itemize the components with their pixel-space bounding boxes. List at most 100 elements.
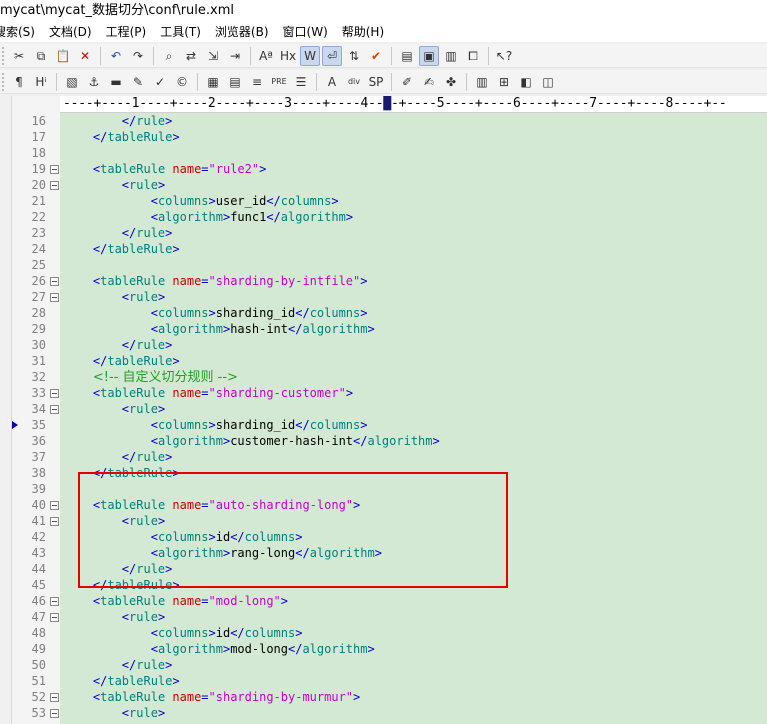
code-lines[interactable]: 16 </rule> 17 </tableRule> 18 19 <tableRule… — [0, 113, 767, 721]
wordwrap-icon[interactable]: W — [300, 45, 320, 66]
delete-icon[interactable]: ✕ — [75, 46, 95, 66]
code-line[interactable]: 51 </tableRule> — [0, 673, 767, 689]
bullets-icon[interactable]: ☰ — [291, 72, 311, 92]
sort-icon[interactable]: ⇅ — [344, 46, 364, 66]
code-line[interactable]: 52 <tableRule name="sharding-by-murmur"> — [0, 689, 767, 705]
replace-icon[interactable]: ⇄ — [181, 46, 201, 66]
code-line[interactable]: 29 <algorithm>hash-int</algorithm> — [0, 321, 767, 337]
code-line[interactable]: 40 <tableRule name="auto-sharding-long"> — [0, 497, 767, 513]
code-line[interactable]: 39 — [0, 481, 767, 497]
fold-toggle-icon[interactable] — [50, 389, 59, 398]
jump-icon[interactable]: ⇲ — [203, 46, 223, 66]
find-icon[interactable]: ⌕ — [159, 46, 179, 66]
code-line[interactable]: 37 </rule> — [0, 449, 767, 465]
layout-icon[interactable]: ▥ — [472, 72, 492, 92]
fold-toggle-icon[interactable] — [50, 501, 59, 510]
menu-window[interactable]: 窗口(W) — [277, 22, 336, 42]
code-line[interactable]: 48 <columns>id</columns> — [0, 625, 767, 641]
code-line[interactable]: 33 <tableRule name="sharding-customer"> — [0, 385, 767, 401]
split-icon[interactable]: ◫ — [538, 72, 558, 92]
font-icon[interactable]: Aª — [256, 46, 276, 66]
bold-a-icon[interactable]: A — [322, 72, 342, 92]
div-icon[interactable]: div — [344, 72, 364, 92]
linebreak-icon[interactable]: ⏎ — [322, 45, 342, 66]
code-line[interactable]: 17 </tableRule> — [0, 129, 767, 145]
form-icon[interactable]: ▤ — [225, 72, 245, 92]
fold-toggle-icon[interactable] — [50, 165, 59, 174]
menu-search[interactable]: 搜索(S) — [0, 22, 43, 42]
fold-toggle-icon[interactable] — [50, 613, 59, 622]
center-icon[interactable]: ≡ — [247, 72, 267, 92]
code-line[interactable]: 50 </rule> — [0, 657, 767, 673]
menu-document[interactable]: 文档(D) — [43, 22, 100, 42]
menu-browser[interactable]: 浏览器(B) — [209, 22, 277, 42]
grid-icon[interactable]: ⊞ — [494, 72, 514, 92]
spellcheck-icon[interactable]: ✔ — [366, 46, 386, 66]
code-line[interactable]: 38 </tableRule> — [0, 465, 767, 481]
code-line[interactable]: 21 <columns>user_id</columns> — [0, 193, 767, 209]
panel-icon[interactable]: ▥ — [441, 46, 461, 66]
code-line[interactable]: 44 </rule> — [0, 561, 767, 577]
code-line[interactable]: 36 <algorithm>customer-hash-int</algorit… — [0, 433, 767, 449]
check-icon[interactable]: ✓ — [150, 72, 170, 92]
code-line[interactable]: 22 <algorithm>func1</algorithm> — [0, 209, 767, 225]
edit-icon[interactable]: ✎ — [128, 72, 148, 92]
code-line[interactable]: 24 </tableRule> — [0, 241, 767, 257]
copyright-icon[interactable]: © — [172, 72, 192, 92]
fold-toggle-icon[interactable] — [50, 597, 59, 606]
pre-icon[interactable]: PRE — [269, 72, 289, 92]
code-line[interactable]: 20 <rule> — [0, 177, 767, 193]
code-line[interactable]: 26 <tableRule name="sharding-by-intfile"… — [0, 273, 767, 289]
fold-toggle-icon[interactable] — [50, 693, 59, 702]
preview-icon[interactable]: ◧ — [516, 72, 536, 92]
help-cursor-icon[interactable]: ↖? — [494, 46, 514, 66]
fold-toggle-icon[interactable] — [50, 405, 59, 414]
code-line[interactable]: 27 <rule> — [0, 289, 767, 305]
code-line[interactable]: 49 <algorithm>mod-long</algorithm> — [0, 641, 767, 657]
view-active-icon[interactable]: ▣ — [419, 45, 439, 66]
fold-toggle-icon[interactable] — [50, 709, 59, 718]
palette-icon[interactable]: ✤ — [441, 72, 461, 92]
code-line[interactable]: 34 <rule> — [0, 401, 767, 417]
cut-icon[interactable]: ✂ — [9, 46, 29, 66]
code-line[interactable]: 42 <columns>id</columns> — [0, 529, 767, 545]
undo-icon[interactable]: ↶ — [106, 46, 126, 66]
code-line[interactable]: 35 <columns>sharding_id</columns> — [0, 417, 767, 433]
paragraph-icon[interactable]: ¶ — [9, 72, 29, 92]
list-icon[interactable]: ▤ — [397, 46, 417, 66]
code-line[interactable]: 43 <algorithm>rang-long</algorithm> — [0, 545, 767, 561]
menu-project[interactable]: 工程(P) — [100, 22, 155, 42]
fold-toggle-icon[interactable] — [50, 293, 59, 302]
fold-toggle-icon[interactable] — [50, 277, 59, 286]
toolbar-grip[interactable] — [2, 46, 5, 65]
code-line[interactable]: 30 </rule> — [0, 337, 767, 353]
toolbar-grip[interactable] — [2, 72, 5, 91]
menu-help[interactable]: 帮助(H) — [336, 22, 392, 42]
code-line[interactable]: 28 <columns>sharding_id</columns> — [0, 305, 767, 321]
sp-icon[interactable]: SP — [366, 72, 386, 92]
code-line[interactable]: 31 </tableRule> — [0, 353, 767, 369]
code-line[interactable]: 18 — [0, 145, 767, 161]
fold-toggle-icon[interactable] — [50, 517, 59, 526]
code-line[interactable]: 19 <tableRule name="rule2"> — [0, 161, 767, 177]
code-line[interactable]: 45 </tableRule> — [0, 577, 767, 593]
pen-icon[interactable]: ✐ — [397, 72, 417, 92]
copy-icon[interactable]: ⧉ — [31, 46, 51, 66]
paste-icon[interactable]: 📋 — [53, 46, 73, 66]
hr-icon[interactable]: ▬ — [106, 72, 126, 92]
code-line[interactable]: 47 <rule> — [0, 609, 767, 625]
fold-toggle-icon[interactable] — [50, 181, 59, 190]
brush-icon[interactable]: ✍ — [419, 72, 439, 92]
image-icon[interactable]: ▧ — [62, 72, 82, 92]
code-line[interactable]: 53 <rule> — [0, 705, 767, 721]
anchor-icon[interactable]: ⚓ — [84, 72, 104, 92]
window-icon[interactable]: ⧠ — [463, 46, 483, 66]
redo-icon[interactable]: ↷ — [128, 46, 148, 66]
hx-icon[interactable]: Hx — [278, 46, 298, 66]
heading-icon[interactable]: Hⁱ — [31, 72, 51, 92]
code-line[interactable]: 32 <!-- 自定义切分规则 --> — [0, 369, 767, 385]
menu-tools[interactable]: 工具(T) — [154, 22, 209, 42]
table-icon[interactable]: ▦ — [203, 72, 223, 92]
code-line[interactable]: 46 <tableRule name="mod-long"> — [0, 593, 767, 609]
code-line[interactable]: 16 </rule> — [0, 113, 767, 129]
